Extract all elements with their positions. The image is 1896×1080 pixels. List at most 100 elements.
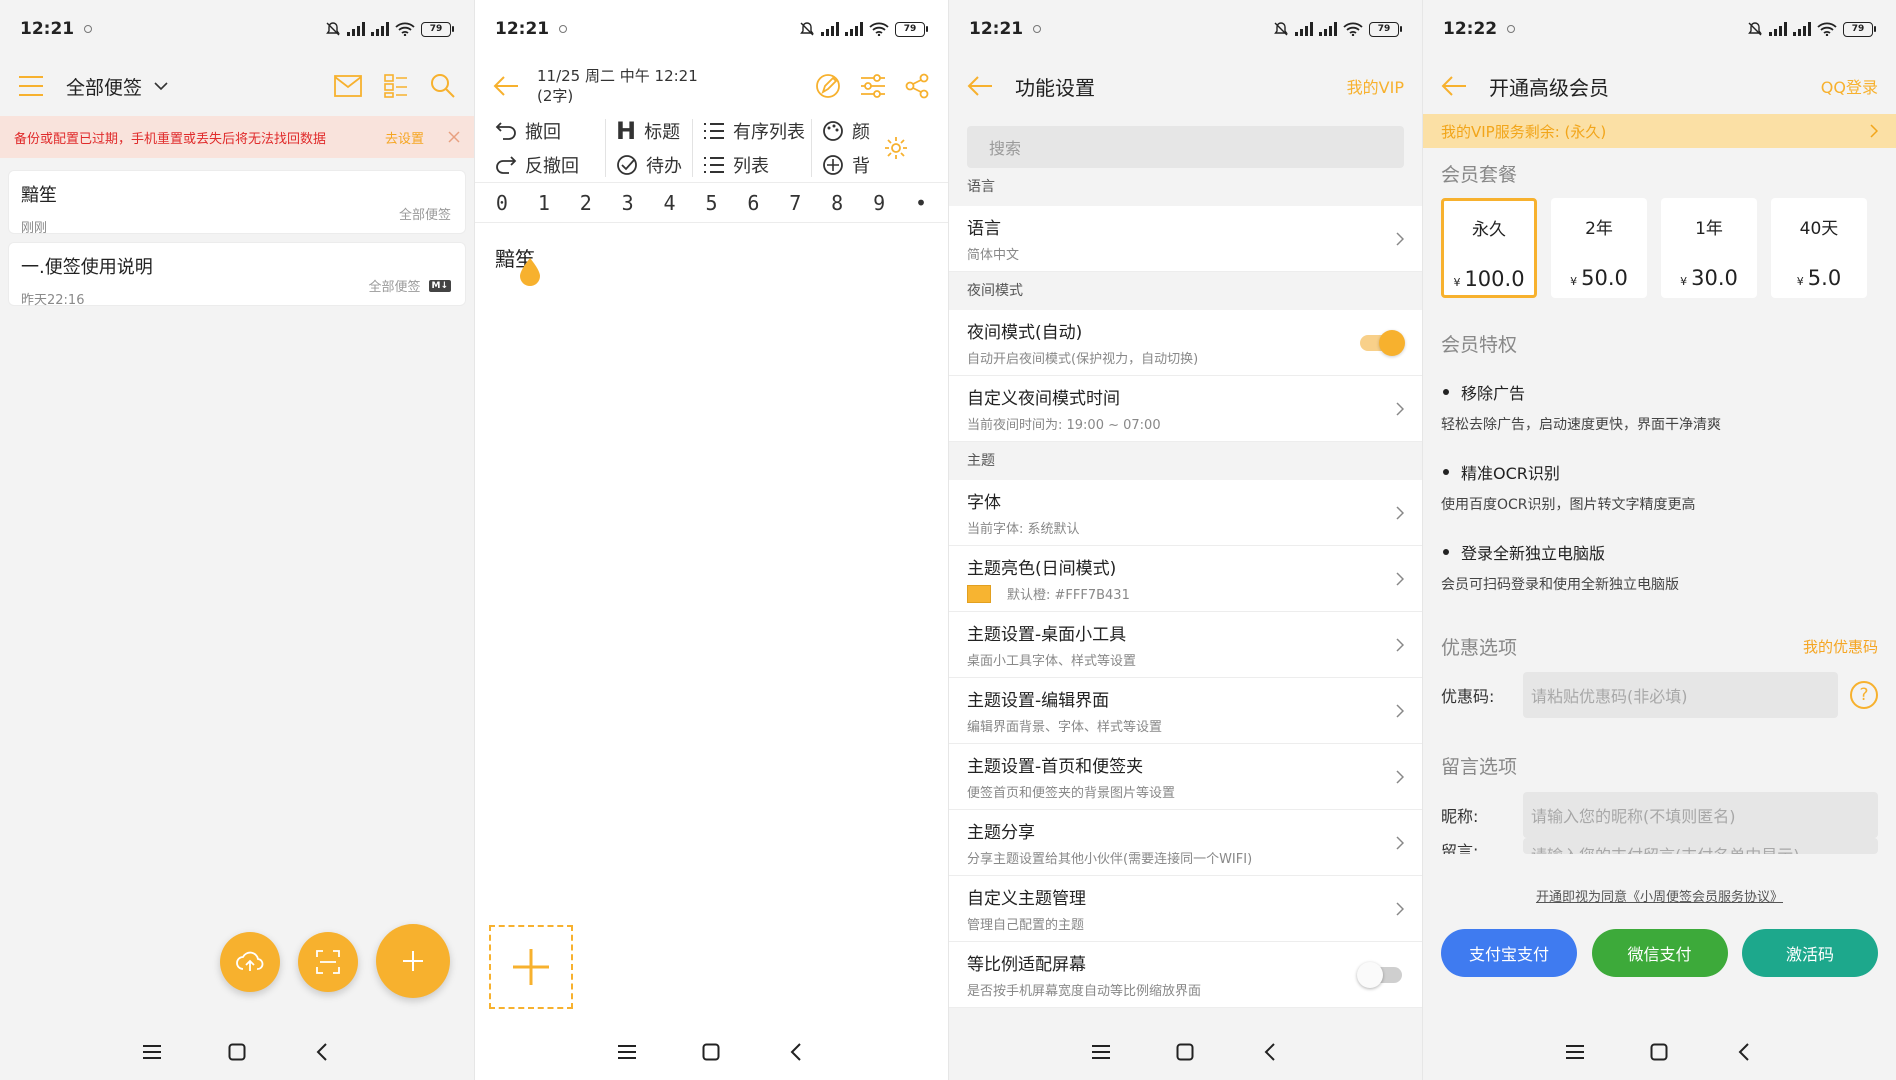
add-note-button[interactable]: [376, 924, 450, 998]
vip-remaining-bar[interactable]: 我的VIP服务剩余: (永久): [1423, 114, 1896, 148]
setting-custom-theme[interactable]: 自定义主题管理 管理自己配置的主题: [949, 876, 1422, 942]
back-button[interactable]: [309, 1039, 335, 1065]
setting-subtitle: 当前夜间时间为: 19:00 ~ 07:00: [967, 414, 1382, 433]
close-icon[interactable]: [448, 131, 460, 143]
setting-scale-screen[interactable]: 等比例适配屏幕 是否按手机屏幕宽度自动等比例缩放界面: [949, 942, 1422, 1008]
perk-item: 登录全新独立电脑版 会员可扫码登录和使用全新独立电脑版: [1423, 540, 1896, 594]
undo-button[interactable]: 撤回: [495, 114, 605, 148]
plan-list: 永久 ¥100.0 2年 ¥50.0 1年 ¥30.0 40天 ¥5.0: [1423, 198, 1896, 298]
cursor-handle-icon[interactable]: [517, 256, 543, 288]
number-key[interactable]: 1: [538, 191, 550, 215]
wechat-pay-button[interactable]: 微信支付: [1591, 929, 1728, 977]
setting-sub-text: 当前字体: 系统默认: [967, 522, 1080, 537]
number-key[interactable]: 8: [831, 191, 843, 215]
setting-theme-home[interactable]: 主题设置-首页和便签夹 便签首页和便签夹的背景图片等设置: [949, 744, 1422, 810]
add-attachment-button[interactable]: [489, 925, 573, 1009]
menu-icon[interactable]: [18, 75, 44, 97]
back-arrow-icon[interactable]: [967, 75, 993, 97]
night-mode-toggle[interactable]: [1360, 329, 1405, 356]
number-key[interactable]: 4: [664, 191, 676, 215]
setting-theme-share[interactable]: 主题分享 分享主题设置给其他小伙伴(需要连接同一个WIFI): [949, 810, 1422, 876]
home-button[interactable]: [224, 1039, 250, 1065]
note-body[interactable]: 黯笙: [475, 223, 948, 272]
plan-option[interactable]: 永久 ¥100.0: [1441, 198, 1537, 298]
recents-button[interactable]: [1088, 1039, 1114, 1065]
background-color-button[interactable]: 背: [822, 148, 880, 182]
number-key[interactable]: 0: [496, 191, 508, 215]
number-key[interactable]: 7: [789, 191, 801, 215]
agreement-link[interactable]: 开通即视为同意《小周便签会员服务协议》: [1423, 886, 1896, 905]
plan-option[interactable]: 40天 ¥5.0: [1771, 198, 1867, 298]
number-key[interactable]: 5: [705, 191, 717, 215]
cloud-upload-button[interactable]: [220, 932, 280, 992]
note-card[interactable]: 一.便签使用说明 昨天22:16 全部便签 M↓: [8, 242, 466, 308]
perk-desc: 使用百度OCR识别，图片转文字精度更高: [1441, 497, 1696, 513]
redo-button[interactable]: 反撤回: [495, 148, 605, 182]
folder-title[interactable]: 全部便签: [66, 73, 142, 100]
settings-search-input[interactable]: 搜索: [967, 126, 1404, 168]
coupon-input[interactable]: 请粘贴优惠码(非必填): [1523, 672, 1838, 718]
number-key[interactable]: 6: [747, 191, 759, 215]
message-label: 留言:: [1441, 842, 1479, 854]
number-key[interactable]: 3: [622, 191, 634, 215]
list-button[interactable]: 列表: [703, 148, 811, 182]
alipay-button[interactable]: 支付宝支付: [1441, 929, 1577, 977]
ordered-list-button[interactable]: 有序列表: [703, 114, 811, 148]
note-card[interactable]: 黯笙 刚刚 全部便签: [8, 170, 466, 236]
wifi-icon: [1817, 22, 1837, 36]
setting-theme-editor[interactable]: 主题设置-编辑界面 编辑界面背景、字体、样式等设置: [949, 678, 1422, 744]
setting-night-time[interactable]: 自定义夜间模式时间 当前夜间时间为: 19:00 ~ 07:00: [949, 376, 1422, 442]
go-settings-link[interactable]: 去设置: [385, 128, 424, 147]
plan-option[interactable]: 1年 ¥30.0: [1661, 198, 1757, 298]
gear-icon[interactable]: [884, 136, 908, 160]
pen-icon[interactable]: [814, 72, 842, 100]
recents-button[interactable]: [614, 1039, 640, 1065]
plan-option[interactable]: 2年 ¥50.0: [1551, 198, 1647, 298]
setting-font[interactable]: 字体 当前字体: 系统默认: [949, 480, 1422, 546]
my-vip-link[interactable]: 我的VIP: [1347, 74, 1404, 98]
nickname-input[interactable]: 请输入您的昵称(不填则匿名): [1523, 792, 1878, 838]
scale-screen-toggle[interactable]: [1357, 961, 1402, 988]
number-key[interactable]: 9: [873, 191, 885, 215]
home-button[interactable]: [698, 1039, 724, 1065]
setting-night-mode-auto[interactable]: 夜间模式(自动) 自动开启夜间模式(保护视力，自动切换): [949, 310, 1422, 376]
sliders-icon[interactable]: [860, 74, 886, 98]
chevron-down-icon[interactable]: [154, 81, 168, 91]
note-title: 黯笙: [21, 185, 57, 206]
setting-language[interactable]: 语言 简体中文: [949, 206, 1422, 272]
list-label: 列表: [733, 156, 769, 177]
layout-icon[interactable]: [384, 74, 408, 98]
text-color-button[interactable]: 颜: [822, 114, 880, 148]
heading-button[interactable]: H 标题: [616, 114, 692, 148]
my-coupon-link[interactable]: 我的优惠码: [1803, 636, 1878, 657]
sync-icon: [1507, 25, 1516, 33]
mute-bell-icon: [1274, 22, 1288, 36]
back-button[interactable]: [783, 1039, 809, 1065]
todo-button[interactable]: 待办: [616, 148, 692, 182]
setting-title: 主题设置-桌面小工具: [967, 625, 1127, 645]
share-icon[interactable]: [904, 73, 930, 99]
activation-code-button[interactable]: 激活码: [1742, 929, 1878, 977]
help-icon[interactable]: ?: [1850, 681, 1878, 709]
back-arrow-icon[interactable]: [493, 75, 519, 97]
message-input[interactable]: 请输入您的支付留言(支付名单中显示): [1523, 838, 1878, 854]
setting-theme-widget[interactable]: 主题设置-桌面小工具 桌面小工具字体、样式等设置: [949, 612, 1422, 678]
recents-button[interactable]: [139, 1039, 165, 1065]
search-icon[interactable]: [430, 73, 456, 99]
section-theme: 主题: [967, 453, 995, 469]
ordered-list-icon: [704, 123, 724, 139]
setting-title: 主题设置-首页和便签夹: [967, 757, 1144, 777]
mail-icon[interactable]: [334, 75, 362, 97]
qq-login-link[interactable]: QQ登录: [1821, 74, 1878, 98]
bullet-key[interactable]: •: [915, 191, 927, 215]
back-button[interactable]: [1731, 1039, 1757, 1065]
home-button[interactable]: [1172, 1039, 1198, 1065]
status-bar: 12:21 79: [475, 0, 948, 58]
setting-theme-color[interactable]: 主题亮色(日间模式) 默认橙: #FFF7B431: [949, 546, 1422, 612]
scan-button[interactable]: [298, 932, 358, 992]
number-key[interactable]: 2: [580, 191, 592, 215]
home-button[interactable]: [1646, 1039, 1672, 1065]
back-arrow-icon[interactable]: [1441, 75, 1467, 97]
back-button[interactable]: [1257, 1039, 1283, 1065]
recents-button[interactable]: [1562, 1039, 1588, 1065]
